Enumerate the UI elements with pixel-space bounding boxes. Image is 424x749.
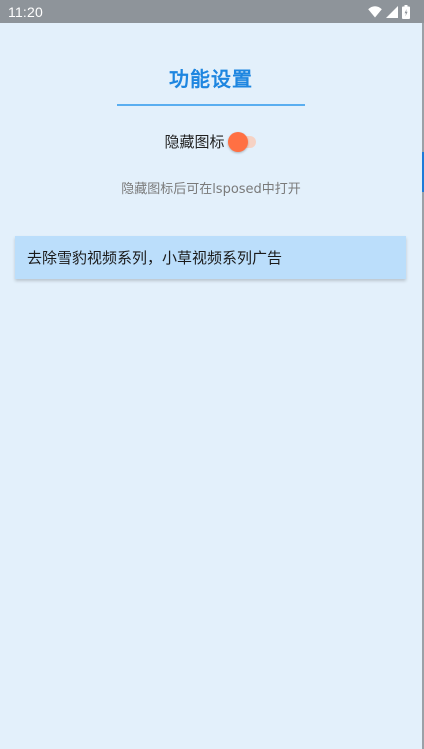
- page-title: 功能设置: [169, 67, 253, 91]
- switch-thumb: [227, 131, 248, 152]
- wifi-icon: [368, 5, 382, 18]
- signal-icon: [386, 5, 398, 18]
- title-underline: [117, 104, 305, 106]
- battery-icon: [402, 4, 410, 19]
- status-bar: 11:20: [0, 0, 424, 23]
- status-time: 11:20: [8, 4, 43, 20]
- status-icons: [368, 4, 410, 19]
- hide-icon-switch[interactable]: [227, 131, 258, 152]
- hide-icon-label: 隐藏图标: [164, 133, 225, 151]
- hide-icon-toggle-row[interactable]: 隐藏图标: [0, 131, 422, 152]
- hide-icon-hint: 隐藏图标后可在lsposed中打开: [121, 182, 301, 197]
- feature-item-label: 去除雪豹视频系列，小草视频系列广告: [27, 249, 283, 267]
- feature-item-remove-ads[interactable]: 去除雪豹视频系列，小草视频系列广告: [15, 236, 406, 279]
